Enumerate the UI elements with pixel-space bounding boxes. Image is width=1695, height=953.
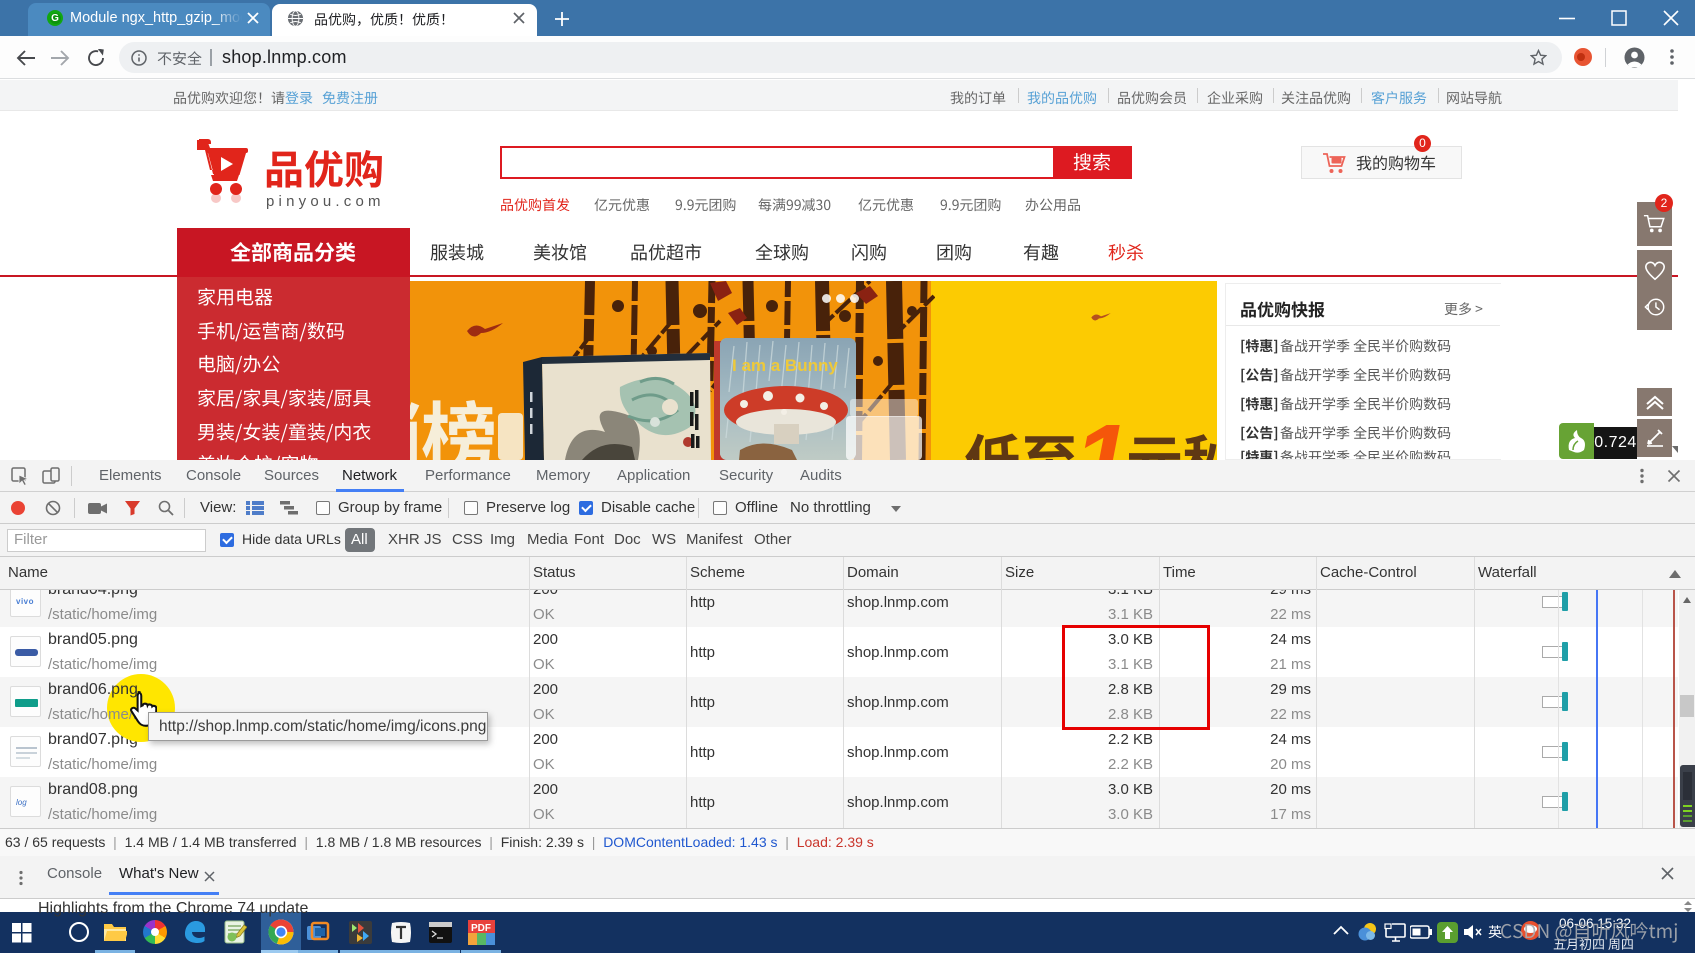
- svg-text:PDF: PDF: [471, 923, 491, 934]
- svg-text:I am a Bunny: I am a Bunny: [732, 356, 838, 375]
